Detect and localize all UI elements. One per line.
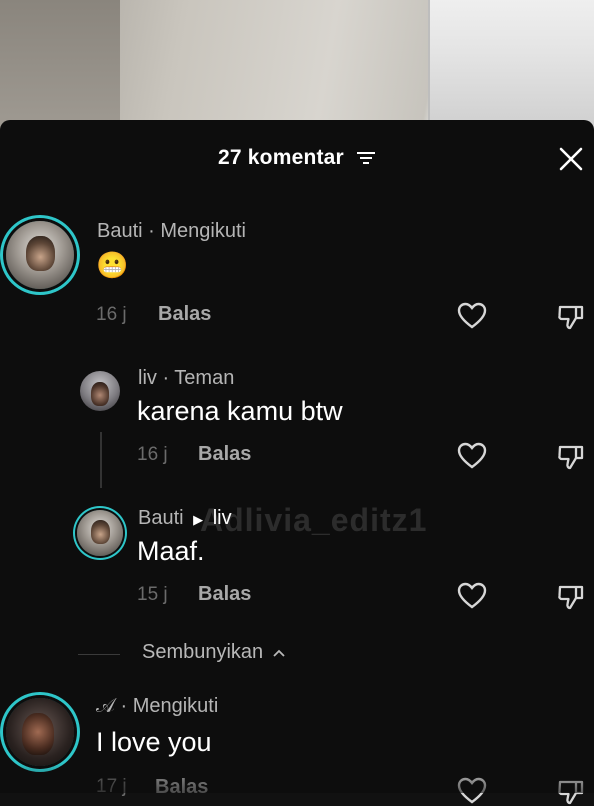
dislike-icon[interactable] [556, 303, 586, 331]
chevron-up-icon [273, 649, 285, 657]
dislike-icon[interactable] [556, 443, 586, 471]
comment-username[interactable]: Bauti · Mengikuti [97, 220, 246, 243]
dislike-icon[interactable] [556, 583, 586, 611]
comment-count-title: 27 komentar [218, 146, 344, 169]
comment-time: 15 j [137, 584, 168, 605]
heart-icon[interactable] [457, 582, 487, 610]
watermark-text: Adlivia_editz1 [200, 502, 428, 538]
hide-replies-row: Sembunyikan [0, 639, 594, 669]
reply-arrow-icon: ▶ [193, 512, 204, 527]
bottom-fade [0, 763, 594, 793]
avatar[interactable] [6, 698, 74, 766]
thread-line [100, 432, 102, 488]
sort-lines-icon[interactable] [356, 150, 376, 166]
comment-username[interactable]: liv · Teman [138, 367, 234, 390]
divider [78, 654, 120, 655]
avatar[interactable] [80, 371, 120, 411]
hide-replies-button[interactable]: Sembunyikan [142, 641, 286, 664]
comments-sheet: 27 komentar Adlivia_editz1 Bauti · Mengi… [0, 120, 594, 805]
comment-count-header[interactable]: 27 komentar [0, 146, 594, 170]
hide-replies-label: Sembunyikan [142, 641, 264, 663]
comment-text: 😬 [96, 250, 129, 280]
avatar[interactable] [77, 510, 123, 556]
reply-button[interactable]: Balas [198, 443, 251, 466]
comment-text: Maaf. [137, 536, 205, 566]
video-background [0, 0, 594, 130]
avatar[interactable] [6, 221, 74, 289]
comment-time: 16 j [137, 444, 168, 465]
reply-button[interactable]: Balas [198, 583, 251, 606]
reply-author: Bauti [138, 507, 184, 529]
heart-icon[interactable] [457, 442, 487, 470]
reply-button[interactable]: Balas [158, 303, 211, 326]
comment-text: karena kamu btw [137, 396, 343, 426]
close-icon[interactable] [558, 146, 584, 172]
comment-username[interactable]: 𝒜 · Mengikuti [96, 695, 218, 718]
comment-text: I love you [96, 727, 212, 757]
heart-icon[interactable] [457, 302, 487, 330]
comment-time: 16 j [96, 304, 127, 325]
comment-username[interactable]: Bauti ▶ liv [138, 507, 232, 530]
reply-target: liv [212, 507, 232, 529]
